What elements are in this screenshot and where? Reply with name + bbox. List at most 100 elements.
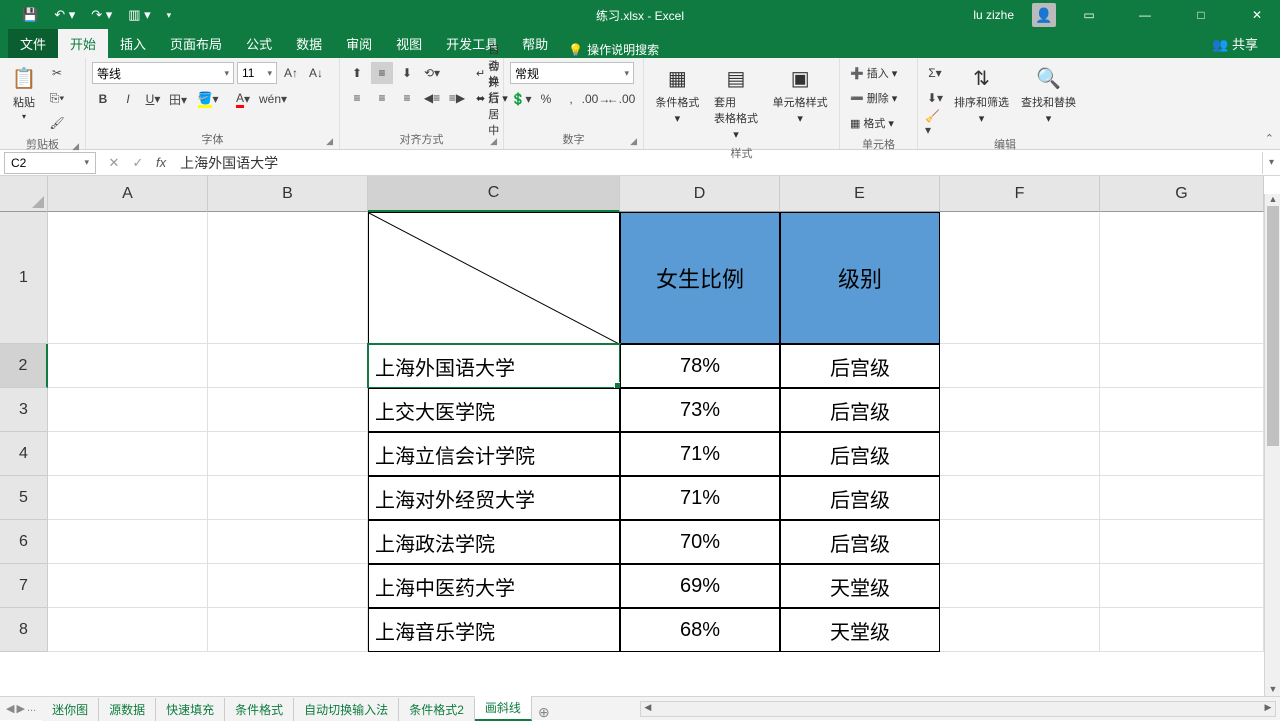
number-launcher-icon[interactable]: ◢ xyxy=(630,136,637,147)
sheet-nav-more-icon[interactable]: ... xyxy=(27,702,36,715)
percent-icon[interactable]: % xyxy=(535,88,557,110)
sheet-nav-next-icon[interactable]: ▶ xyxy=(16,702,24,715)
align-top-icon[interactable]: ⬆ xyxy=(346,62,368,84)
cell-g1[interactable] xyxy=(1100,212,1264,344)
cell-c8[interactable]: 上海音乐学院 xyxy=(368,608,620,652)
cell-c4[interactable]: 上海立信会计学院 xyxy=(368,432,620,476)
scroll-left-icon[interactable]: ◀ xyxy=(641,702,655,716)
cell-d6[interactable]: 70% xyxy=(620,520,780,564)
sheet-tab-fill[interactable]: 快速填充 xyxy=(156,698,225,721)
clear-icon[interactable]: 🧹▾ xyxy=(924,112,946,134)
italic-button[interactable]: I xyxy=(117,88,139,110)
cell-d3[interactable]: 73% xyxy=(620,388,780,432)
tab-help[interactable]: 帮助 xyxy=(510,29,560,58)
cell-c6[interactable]: 上海政法学院 xyxy=(368,520,620,564)
cell-e2[interactable]: 后宫级 xyxy=(780,344,940,388)
cell-e1[interactable]: 级别 xyxy=(780,212,940,344)
select-all-button[interactable] xyxy=(0,176,48,212)
cell-d2[interactable]: 78% xyxy=(620,344,780,388)
cell[interactable] xyxy=(1100,388,1264,432)
format-painter-icon[interactable]: 🖌 xyxy=(46,112,68,134)
fx-icon[interactable]: fx xyxy=(156,155,166,170)
tab-file[interactable]: 文件 xyxy=(8,29,58,58)
cell[interactable] xyxy=(940,608,1100,652)
col-header-c[interactable]: C xyxy=(368,176,620,212)
align-left-icon[interactable]: ≡ xyxy=(346,87,368,109)
sheet-nav-prev-icon[interactable]: ◀ xyxy=(6,702,14,715)
cell[interactable] xyxy=(48,608,208,652)
col-header-d[interactable]: D xyxy=(620,176,780,212)
sheet-tab-diag[interactable]: 画斜线 xyxy=(475,696,532,721)
cell[interactable] xyxy=(1100,432,1264,476)
cell[interactable] xyxy=(48,520,208,564)
close-icon[interactable]: ✕ xyxy=(1234,0,1280,30)
tab-formula[interactable]: 公式 xyxy=(234,29,284,58)
cell-e4[interactable]: 后宫级 xyxy=(780,432,940,476)
delete-cells-button[interactable]: ➖删除▾ xyxy=(846,87,901,109)
scrollbar-thumb[interactable] xyxy=(1267,206,1279,446)
row-header-4[interactable]: 4 xyxy=(0,432,48,476)
col-header-g[interactable]: G xyxy=(1100,176,1264,212)
scroll-down-icon[interactable]: ▼ xyxy=(1267,684,1279,696)
sort-filter-button[interactable]: ⇅排序和筛选▾ xyxy=(950,62,1013,127)
row-header-6[interactable]: 6 xyxy=(0,520,48,564)
sheet-tab-mini[interactable]: 迷你图 xyxy=(42,698,99,721)
tab-insert[interactable]: 插入 xyxy=(108,29,158,58)
clipboard-launcher-icon[interactable]: ◢ xyxy=(72,141,79,152)
cell[interactable] xyxy=(940,344,1100,388)
row-header-8[interactable]: 8 xyxy=(0,608,48,652)
cell[interactable] xyxy=(208,564,368,608)
align-middle-icon[interactable]: ≡ xyxy=(371,62,393,84)
cancel-formula-icon[interactable]: ✕ xyxy=(104,155,124,171)
collapse-ribbon-icon[interactable]: ⌃ xyxy=(1265,132,1274,145)
tab-data[interactable]: 数据 xyxy=(284,29,334,58)
tab-view[interactable]: 视图 xyxy=(384,29,434,58)
cell[interactable] xyxy=(208,344,368,388)
ribbon-display-icon[interactable]: ▭ xyxy=(1066,0,1112,30)
indent-decrease-icon[interactable]: ◀≡ xyxy=(421,87,443,109)
cell-d8[interactable]: 68% xyxy=(620,608,780,652)
add-sheet-icon[interactable]: ⊕ xyxy=(532,704,556,721)
indent-increase-icon[interactable]: ≡▶ xyxy=(446,87,468,109)
orientation-icon[interactable]: ⟲▾ xyxy=(421,62,443,84)
minimize-icon[interactable]: — xyxy=(1122,0,1168,30)
find-select-button[interactable]: 🔍查找和替换▾ xyxy=(1017,62,1080,127)
sheet-tab-auto[interactable]: 自动切换输入法 xyxy=(294,698,399,721)
col-header-f[interactable]: F xyxy=(940,176,1100,212)
cell[interactable] xyxy=(940,432,1100,476)
cell-styles-button[interactable]: ▣单元格样式▾ xyxy=(769,62,832,127)
row-header-7[interactable]: 7 xyxy=(0,564,48,608)
cell-c1[interactable] xyxy=(368,212,620,344)
cut-icon[interactable]: ✂ xyxy=(46,62,68,84)
cell[interactable] xyxy=(208,608,368,652)
row-header-5[interactable]: 5 xyxy=(0,476,48,520)
format-as-table-button[interactable]: ▤套用 表格格式▾ xyxy=(710,62,762,143)
conditional-format-button[interactable]: ▦条件格式▾ xyxy=(651,62,703,127)
underline-button[interactable]: U▾ xyxy=(142,88,164,110)
enter-formula-icon[interactable]: ✓ xyxy=(128,155,148,171)
cell-d7[interactable]: 69% xyxy=(620,564,780,608)
sheet-tab-source[interactable]: 源数据 xyxy=(99,698,156,721)
cell[interactable] xyxy=(940,476,1100,520)
font-size-combo[interactable]: 11▾ xyxy=(237,62,277,84)
cell[interactable] xyxy=(208,432,368,476)
col-header-a[interactable]: A xyxy=(48,176,208,212)
cell-d4[interactable]: 71% xyxy=(620,432,780,476)
cell[interactable] xyxy=(48,564,208,608)
cell[interactable] xyxy=(1100,564,1264,608)
cell[interactable] xyxy=(1100,608,1264,652)
row-header-1[interactable]: 1 xyxy=(0,212,48,344)
align-bottom-icon[interactable]: ⬇ xyxy=(396,62,418,84)
cell[interactable] xyxy=(1100,520,1264,564)
cell-d5[interactable]: 71% xyxy=(620,476,780,520)
number-format-combo[interactable]: 常规▾ xyxy=(510,62,634,84)
name-box[interactable]: C2▾ xyxy=(4,152,96,174)
decrease-decimal-icon[interactable]: ←.00 xyxy=(610,88,632,110)
bold-button[interactable]: B xyxy=(92,88,114,110)
cell-f1[interactable] xyxy=(940,212,1100,344)
scroll-up-icon[interactable]: ▲ xyxy=(1267,194,1279,206)
vertical-scrollbar[interactable]: ▲ ▼ xyxy=(1264,194,1280,696)
expand-formula-bar-icon[interactable]: ▾ xyxy=(1262,152,1280,174)
cell-e3[interactable]: 后宫级 xyxy=(780,388,940,432)
tell-me-search[interactable]: 💡 操作说明搜索 xyxy=(560,41,667,58)
